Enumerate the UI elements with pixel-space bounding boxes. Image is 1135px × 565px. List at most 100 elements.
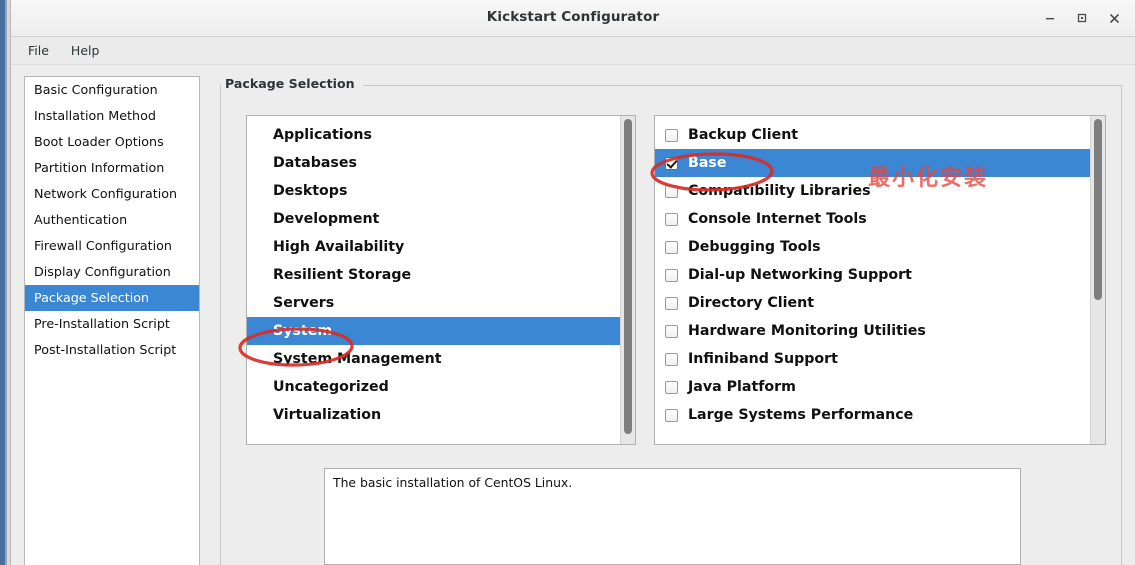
sidebar-item-boot-loader-options[interactable]: Boot Loader Options xyxy=(25,129,199,155)
sidebar-item-label: Package Selection xyxy=(34,290,150,305)
group-title: Package Selection xyxy=(221,76,363,91)
package-checkbox-unchecked-icon[interactable] xyxy=(665,352,678,366)
package-checkbox-unchecked-icon[interactable] xyxy=(665,324,678,338)
sidebar-item-label: Basic Configuration xyxy=(34,82,158,97)
category-listbox[interactable]: Applications Databases Desktops Development… xyxy=(246,115,636,445)
package-item-hardware-monitoring-utilities[interactable]: Hardware Monitoring Utilities xyxy=(655,317,1090,345)
package-item-label: Compatibility Libraries xyxy=(688,183,871,199)
sidebar-item-label: Installation Method xyxy=(34,108,156,123)
category-item-label: Virtualization xyxy=(273,407,382,423)
package-item-backup-client[interactable]: Backup Client xyxy=(655,121,1090,149)
category-item-label: Desktops xyxy=(273,183,348,199)
category-item-label: Applications xyxy=(273,127,372,143)
content-area: Basic Configuration Installation Method Bo… xyxy=(11,65,1135,565)
package-item-label: Directory Client xyxy=(688,295,815,311)
category-item-development[interactable]: Development xyxy=(247,205,620,233)
category-item-label: Servers xyxy=(273,295,335,311)
sidebar-item-label: Post-Installation Script xyxy=(34,342,177,357)
application-window: Kickstart Configurator File Help Basic C… xyxy=(10,0,1135,565)
sidebar-item-label: Firewall Configuration xyxy=(34,238,172,253)
sidebar-item-firewall-configuration[interactable]: Firewall Configuration xyxy=(25,233,199,259)
category-item-desktops[interactable]: Desktops xyxy=(247,177,620,205)
sidebar-item-installation-method[interactable]: Installation Method xyxy=(25,103,199,129)
category-item-system-management[interactable]: System Management xyxy=(247,345,620,373)
category-item-high-availability[interactable]: High Availability xyxy=(247,233,620,261)
category-item-databases[interactable]: Databases xyxy=(247,149,620,177)
category-item-resilient-storage[interactable]: Resilient Storage xyxy=(247,261,620,289)
package-item-label: Base xyxy=(688,155,727,171)
menu-item-file[interactable]: File xyxy=(17,39,60,62)
category-item-label: High Availability xyxy=(273,239,405,255)
package-item-label: Java Platform xyxy=(688,379,796,395)
screen-root: Kickstart Configurator File Help Basic C… xyxy=(0,0,1135,565)
maximize-icon[interactable] xyxy=(1067,4,1097,32)
menu-item-help[interactable]: Help xyxy=(60,39,111,62)
sidebar-item-partition-information[interactable]: Partition Information xyxy=(25,155,199,181)
category-item-label: Uncategorized xyxy=(273,379,389,395)
package-description-text: The basic installation of CentOS Linux. xyxy=(333,475,573,490)
category-item-system[interactable]: System xyxy=(247,317,620,345)
sidebar-item-label: Partition Information xyxy=(34,160,165,175)
package-item-directory-client[interactable]: Directory Client xyxy=(655,289,1090,317)
package-item-label: Console Internet Tools xyxy=(688,211,867,227)
sidebar-item-basic-configuration[interactable]: Basic Configuration xyxy=(25,77,199,103)
package-item-debugging-tools[interactable]: Debugging Tools xyxy=(655,233,1090,261)
category-item-applications[interactable]: Applications xyxy=(247,121,620,149)
category-list-items[interactable]: Applications Databases Desktops Development… xyxy=(247,116,620,444)
title-bar: Kickstart Configurator xyxy=(11,0,1135,37)
package-checkbox-unchecked-icon[interactable] xyxy=(665,240,678,254)
sidebar-item-pre-installation-script[interactable]: Pre-Installation Script xyxy=(25,311,199,337)
sidebar-item-package-selection[interactable]: Package Selection xyxy=(25,285,199,311)
category-item-label: System Management xyxy=(273,351,442,367)
package-checkbox-unchecked-icon[interactable] xyxy=(665,268,678,282)
package-item-label: Hardware Monitoring Utilities xyxy=(688,323,926,339)
sidebar-item-display-configuration[interactable]: Display Configuration xyxy=(25,259,199,285)
category-item-label: System xyxy=(273,323,333,339)
sidebar-item-label: Pre-Installation Script xyxy=(34,316,170,331)
package-checkbox-unchecked-icon[interactable] xyxy=(665,212,678,226)
window-title: Kickstart Configurator xyxy=(486,9,660,25)
minimize-icon[interactable] xyxy=(1035,4,1065,32)
sidebar-item-post-installation-script[interactable]: Post-Installation Script xyxy=(25,337,199,363)
sidebar-item-label: Boot Loader Options xyxy=(34,134,164,149)
close-icon[interactable] xyxy=(1099,4,1129,32)
package-checkbox-unchecked-icon[interactable] xyxy=(665,184,678,198)
category-item-servers[interactable]: Servers xyxy=(247,289,620,317)
package-item-large-systems-performance[interactable]: Large Systems Performance xyxy=(655,401,1090,429)
package-checkbox-checked-icon[interactable] xyxy=(665,156,678,170)
sidebar-item-label: Authentication xyxy=(34,212,128,227)
sidebar-item-label: Network Configuration xyxy=(34,186,178,201)
package-checkbox-unchecked-icon[interactable] xyxy=(665,296,678,310)
package-description-box: The basic installation of CentOS Linux. xyxy=(324,468,1021,565)
package-checkbox-unchecked-icon[interactable] xyxy=(665,380,678,394)
window-controls xyxy=(1035,0,1129,36)
package-item-infiniband-support[interactable]: Infiniband Support xyxy=(655,345,1090,373)
category-item-label: Databases xyxy=(273,155,357,171)
package-scrollbar[interactable] xyxy=(1090,116,1105,444)
package-checkbox-unchecked-icon[interactable] xyxy=(665,128,678,142)
menu-bar: File Help xyxy=(11,37,1135,65)
package-item-java-platform[interactable]: Java Platform xyxy=(655,373,1090,401)
package-item-dial-up-networking-support[interactable]: Dial-up Networking Support xyxy=(655,261,1090,289)
package-scrollbar-thumb[interactable] xyxy=(1094,119,1102,300)
package-item-label: Debugging Tools xyxy=(688,239,821,255)
sidebar-item-label: Display Configuration xyxy=(34,264,171,279)
package-selection-group: Package Selection Applications Databases D… xyxy=(220,76,1122,565)
category-item-label: Development xyxy=(273,211,380,227)
category-scrollbar-thumb[interactable] xyxy=(624,119,632,435)
category-item-virtualization[interactable]: Virtualization xyxy=(247,401,620,429)
category-item-label: Resilient Storage xyxy=(273,267,412,283)
sidebar-navigation-list[interactable]: Basic Configuration Installation Method Bo… xyxy=(24,76,200,565)
package-item-label: Dial-up Networking Support xyxy=(688,267,912,283)
sidebar-item-authentication[interactable]: Authentication xyxy=(25,207,199,233)
main-panel: Package Selection Applications Databases D… xyxy=(200,65,1135,565)
package-item-label: Large Systems Performance xyxy=(688,407,914,423)
package-item-label: Backup Client xyxy=(688,127,799,143)
package-checkbox-unchecked-icon[interactable] xyxy=(665,408,678,422)
category-item-uncategorized[interactable]: Uncategorized xyxy=(247,373,620,401)
category-scrollbar[interactable] xyxy=(620,116,635,444)
package-item-console-internet-tools[interactable]: Console Internet Tools xyxy=(655,205,1090,233)
sidebar-item-network-configuration[interactable]: Network Configuration xyxy=(25,181,199,207)
annotation-cjk-note: 最小化安装 xyxy=(868,166,989,191)
package-item-label: Infiniband Support xyxy=(688,351,838,367)
